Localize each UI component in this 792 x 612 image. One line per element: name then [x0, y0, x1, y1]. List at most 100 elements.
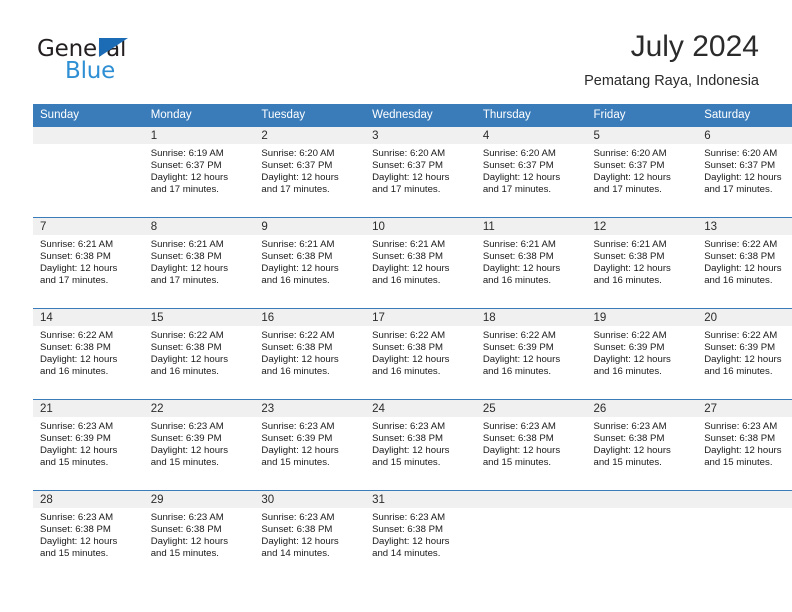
day-cell-details: Sunrise: 6:19 AM Sunset: 6:37 PM Daylight:…: [144, 144, 255, 196]
calendar-day-cell[interactable]: 9 Sunrise: 6:21 AM Sunset: 6:38 PM Daylight…: [254, 217, 366, 309]
calendar-day-cell[interactable]: 3 Sunrise: 6:20 AM Sunset: 6:37 PM Daylight…: [365, 127, 476, 218]
daylight-duration-line1: Daylight: 12 hours: [150, 536, 229, 548]
sunrise-time: Sunrise: 6:23 AM: [593, 421, 667, 432]
daylight-duration-line2: and 16 minutes.: [482, 366, 552, 378]
calendar-day-cell[interactable]: 11 Sunrise: 6:21 AM Sunset: 6:38 PM Dayligh…: [475, 217, 587, 309]
daylight-duration-line2: and 15 minutes.: [482, 457, 552, 469]
calendar-day-cell[interactable]: 22 Sunrise: 6:23 AM Sunset: 6:39 PM Dayligh…: [143, 399, 255, 491]
day-number: 27: [697, 400, 792, 417]
calendar-day-cell[interactable]: 20 Sunrise: 6:22 AM Sunset: 6:39 PM Dayligh…: [697, 308, 792, 400]
day-cell-details: Sunrise: 6:23 AM Sunset: 6:39 PM Daylight:…: [33, 417, 144, 469]
day-cell-inner: [475, 491, 587, 581]
sunset-time: Sunset: 6:37 PM: [150, 160, 222, 172]
day-cell-details: [33, 144, 144, 148]
day-cell-inner: 15 Sunrise: 6:22 AM Sunset: 6:38 PM Dayligh…: [143, 309, 255, 399]
calendar-day-cell[interactable]: 24 Sunrise: 6:23 AM Sunset: 6:38 PM Dayligh…: [365, 399, 476, 491]
weekday-header-sunday: Sunday: [33, 104, 144, 127]
calendar-day-cell[interactable]: 27 Sunrise: 6:23 AM Sunset: 6:38 PM Dayligh…: [697, 399, 792, 491]
calendar-day-cell[interactable]: 2 Sunrise: 6:20 AM Sunset: 6:37 PM Daylight…: [254, 127, 366, 218]
calendar-day-cell[interactable]: 7 Sunrise: 6:21 AM Sunset: 6:38 PM Daylight…: [33, 217, 144, 309]
calendar-day-cell[interactable]: 23 Sunrise: 6:23 AM Sunset: 6:39 PM Dayligh…: [254, 399, 366, 491]
calendar-day-cell-empty: [33, 127, 144, 218]
daylight-duration-line2: and 17 minutes.: [704, 184, 773, 196]
sunset-time: Sunset: 6:37 PM: [704, 160, 776, 172]
calendar-day-cell[interactable]: 30 Sunrise: 6:23 AM Sunset: 6:38 PM Dayligh…: [254, 490, 366, 581]
daylight-duration-line2: and 17 minutes.: [150, 184, 219, 196]
calendar-day-cell[interactable]: 19 Sunrise: 6:22 AM Sunset: 6:39 PM Dayligh…: [586, 308, 698, 400]
calendar-week-row: 21 Sunrise: 6:23 AM Sunset: 6:39 PM Dayligh…: [33, 399, 792, 491]
sunset-time: Sunset: 6:38 PM: [261, 524, 333, 536]
sunrise-time: Sunrise: 6:23 AM: [704, 421, 778, 432]
calendar-day-cell[interactable]: 15 Sunrise: 6:22 AM Sunset: 6:38 PM Dayligh…: [143, 308, 255, 400]
sunrise-time: Sunrise: 6:21 AM: [40, 239, 114, 250]
calendar-week-row: 14 Sunrise: 6:22 AM Sunset: 6:38 PM Dayligh…: [33, 308, 792, 400]
day-cell-inner: 31 Sunrise: 6:23 AM Sunset: 6:38 PM Dayligh…: [365, 491, 476, 581]
day-number: 2: [254, 127, 366, 144]
sunset-time: Sunset: 6:38 PM: [261, 342, 333, 354]
sunrise-time: Sunrise: 6:23 AM: [150, 421, 224, 432]
day-cell-details: Sunrise: 6:23 AM Sunset: 6:38 PM Daylight:…: [365, 417, 476, 469]
day-number: 6: [697, 127, 792, 144]
sunrise-time: Sunrise: 6:20 AM: [372, 148, 446, 159]
day-cell-details: Sunrise: 6:22 AM Sunset: 6:38 PM Daylight:…: [33, 326, 144, 378]
day-number: 5: [586, 127, 698, 144]
sunset-time: Sunset: 6:38 PM: [40, 342, 111, 354]
daylight-duration-line2: and 17 minutes.: [372, 184, 441, 196]
day-cell-inner: 5 Sunrise: 6:20 AM Sunset: 6:37 PM Daylight…: [586, 127, 698, 217]
daylight-duration-line2: and 16 minutes.: [150, 366, 219, 378]
sunrise-time: Sunrise: 6:22 AM: [704, 239, 778, 250]
calendar-day-cell[interactable]: 5 Sunrise: 6:20 AM Sunset: 6:37 PM Daylight…: [586, 127, 698, 218]
sunset-time: Sunset: 6:38 PM: [372, 433, 444, 445]
weekday-header-monday: Monday: [143, 104, 255, 127]
calendar-day-cell[interactable]: 25 Sunrise: 6:23 AM Sunset: 6:38 PM Dayligh…: [475, 399, 587, 491]
calendar-day-cell[interactable]: 6 Sunrise: 6:20 AM Sunset: 6:37 PM Daylight…: [697, 127, 792, 218]
calendar-day-cell[interactable]: 26 Sunrise: 6:23 AM Sunset: 6:38 PM Dayligh…: [586, 399, 698, 491]
day-cell-inner: 18 Sunrise: 6:22 AM Sunset: 6:39 PM Dayligh…: [475, 309, 587, 399]
day-cell-details: Sunrise: 6:23 AM Sunset: 6:38 PM Daylight:…: [476, 417, 587, 469]
sunset-time: Sunset: 6:39 PM: [704, 342, 776, 354]
day-number: 21: [33, 400, 144, 417]
day-cell-details: Sunrise: 6:23 AM Sunset: 6:38 PM Daylight:…: [365, 508, 476, 560]
calendar-day-cell[interactable]: 21 Sunrise: 6:23 AM Sunset: 6:39 PM Dayligh…: [33, 399, 144, 491]
sunrise-time: Sunrise: 6:23 AM: [372, 512, 446, 523]
daylight-duration-line1: Daylight: 12 hours: [372, 172, 450, 184]
sunset-time: Sunset: 6:38 PM: [593, 251, 665, 263]
sunrise-time: Sunrise: 6:23 AM: [150, 512, 224, 523]
sunrise-time: Sunrise: 6:22 AM: [593, 330, 667, 341]
daylight-duration-line2: and 16 minutes.: [704, 366, 773, 378]
calendar-day-cell[interactable]: 18 Sunrise: 6:22 AM Sunset: 6:39 PM Dayligh…: [475, 308, 587, 400]
sunset-time: Sunset: 6:38 PM: [372, 251, 444, 263]
sunrise-time: Sunrise: 6:23 AM: [482, 421, 556, 432]
calendar-day-cell[interactable]: 14 Sunrise: 6:22 AM Sunset: 6:38 PM Dayligh…: [33, 308, 144, 400]
day-number: 4: [475, 127, 587, 144]
sunset-time: Sunset: 6:38 PM: [704, 433, 776, 445]
day-cell-details: Sunrise: 6:22 AM Sunset: 6:38 PM Daylight:…: [365, 326, 476, 378]
calendar-day-cell[interactable]: 16 Sunrise: 6:22 AM Sunset: 6:38 PM Dayligh…: [254, 308, 366, 400]
day-cell-inner: [33, 127, 144, 217]
day-cell-details: Sunrise: 6:20 AM Sunset: 6:37 PM Daylight:…: [476, 144, 587, 196]
day-cell-details: [587, 508, 698, 512]
calendar-day-cell[interactable]: 31 Sunrise: 6:23 AM Sunset: 6:38 PM Dayligh…: [365, 490, 476, 581]
daylight-duration-line1: Daylight: 12 hours: [482, 445, 561, 457]
general-blue-logo: General Blue: [37, 36, 197, 92]
calendar-day-cell[interactable]: 17 Sunrise: 6:22 AM Sunset: 6:38 PM Dayligh…: [365, 308, 476, 400]
sunrise-time: Sunrise: 6:23 AM: [40, 512, 114, 523]
day-number: 1: [143, 127, 255, 144]
calendar-day-cell[interactable]: 12 Sunrise: 6:21 AM Sunset: 6:38 PM Dayligh…: [586, 217, 698, 309]
day-cell-details: Sunrise: 6:23 AM Sunset: 6:38 PM Daylight:…: [33, 508, 144, 560]
calendar-day-cell[interactable]: 28 Sunrise: 6:23 AM Sunset: 6:38 PM Dayligh…: [33, 490, 144, 581]
day-cell-inner: 14 Sunrise: 6:22 AM Sunset: 6:38 PM Dayligh…: [33, 309, 144, 399]
calendar-day-cell[interactable]: 13 Sunrise: 6:22 AM Sunset: 6:38 PM Dayligh…: [697, 217, 792, 309]
day-cell-details: Sunrise: 6:21 AM Sunset: 6:38 PM Daylight:…: [144, 235, 255, 287]
calendar-day-cell[interactable]: 8 Sunrise: 6:21 AM Sunset: 6:38 PM Daylight…: [143, 217, 255, 309]
calendar-day-cell[interactable]: 1 Sunrise: 6:19 AM Sunset: 6:37 PM Daylight…: [143, 127, 255, 218]
calendar-day-cell[interactable]: 4 Sunrise: 6:20 AM Sunset: 6:37 PM Daylight…: [475, 127, 587, 218]
calendar-day-cell[interactable]: 29 Sunrise: 6:23 AM Sunset: 6:38 PM Dayligh…: [143, 490, 255, 581]
daylight-duration-line2: and 17 minutes.: [482, 184, 552, 196]
calendar-day-cell[interactable]: 10 Sunrise: 6:21 AM Sunset: 6:38 PM Dayligh…: [365, 217, 476, 309]
daylight-duration-line2: and 16 minutes.: [261, 275, 330, 287]
sunset-time: Sunset: 6:38 PM: [372, 342, 444, 354]
daylight-duration-line1: Daylight: 12 hours: [150, 354, 229, 366]
day-number: [33, 127, 144, 144]
sunset-time: Sunset: 6:39 PM: [150, 433, 222, 445]
